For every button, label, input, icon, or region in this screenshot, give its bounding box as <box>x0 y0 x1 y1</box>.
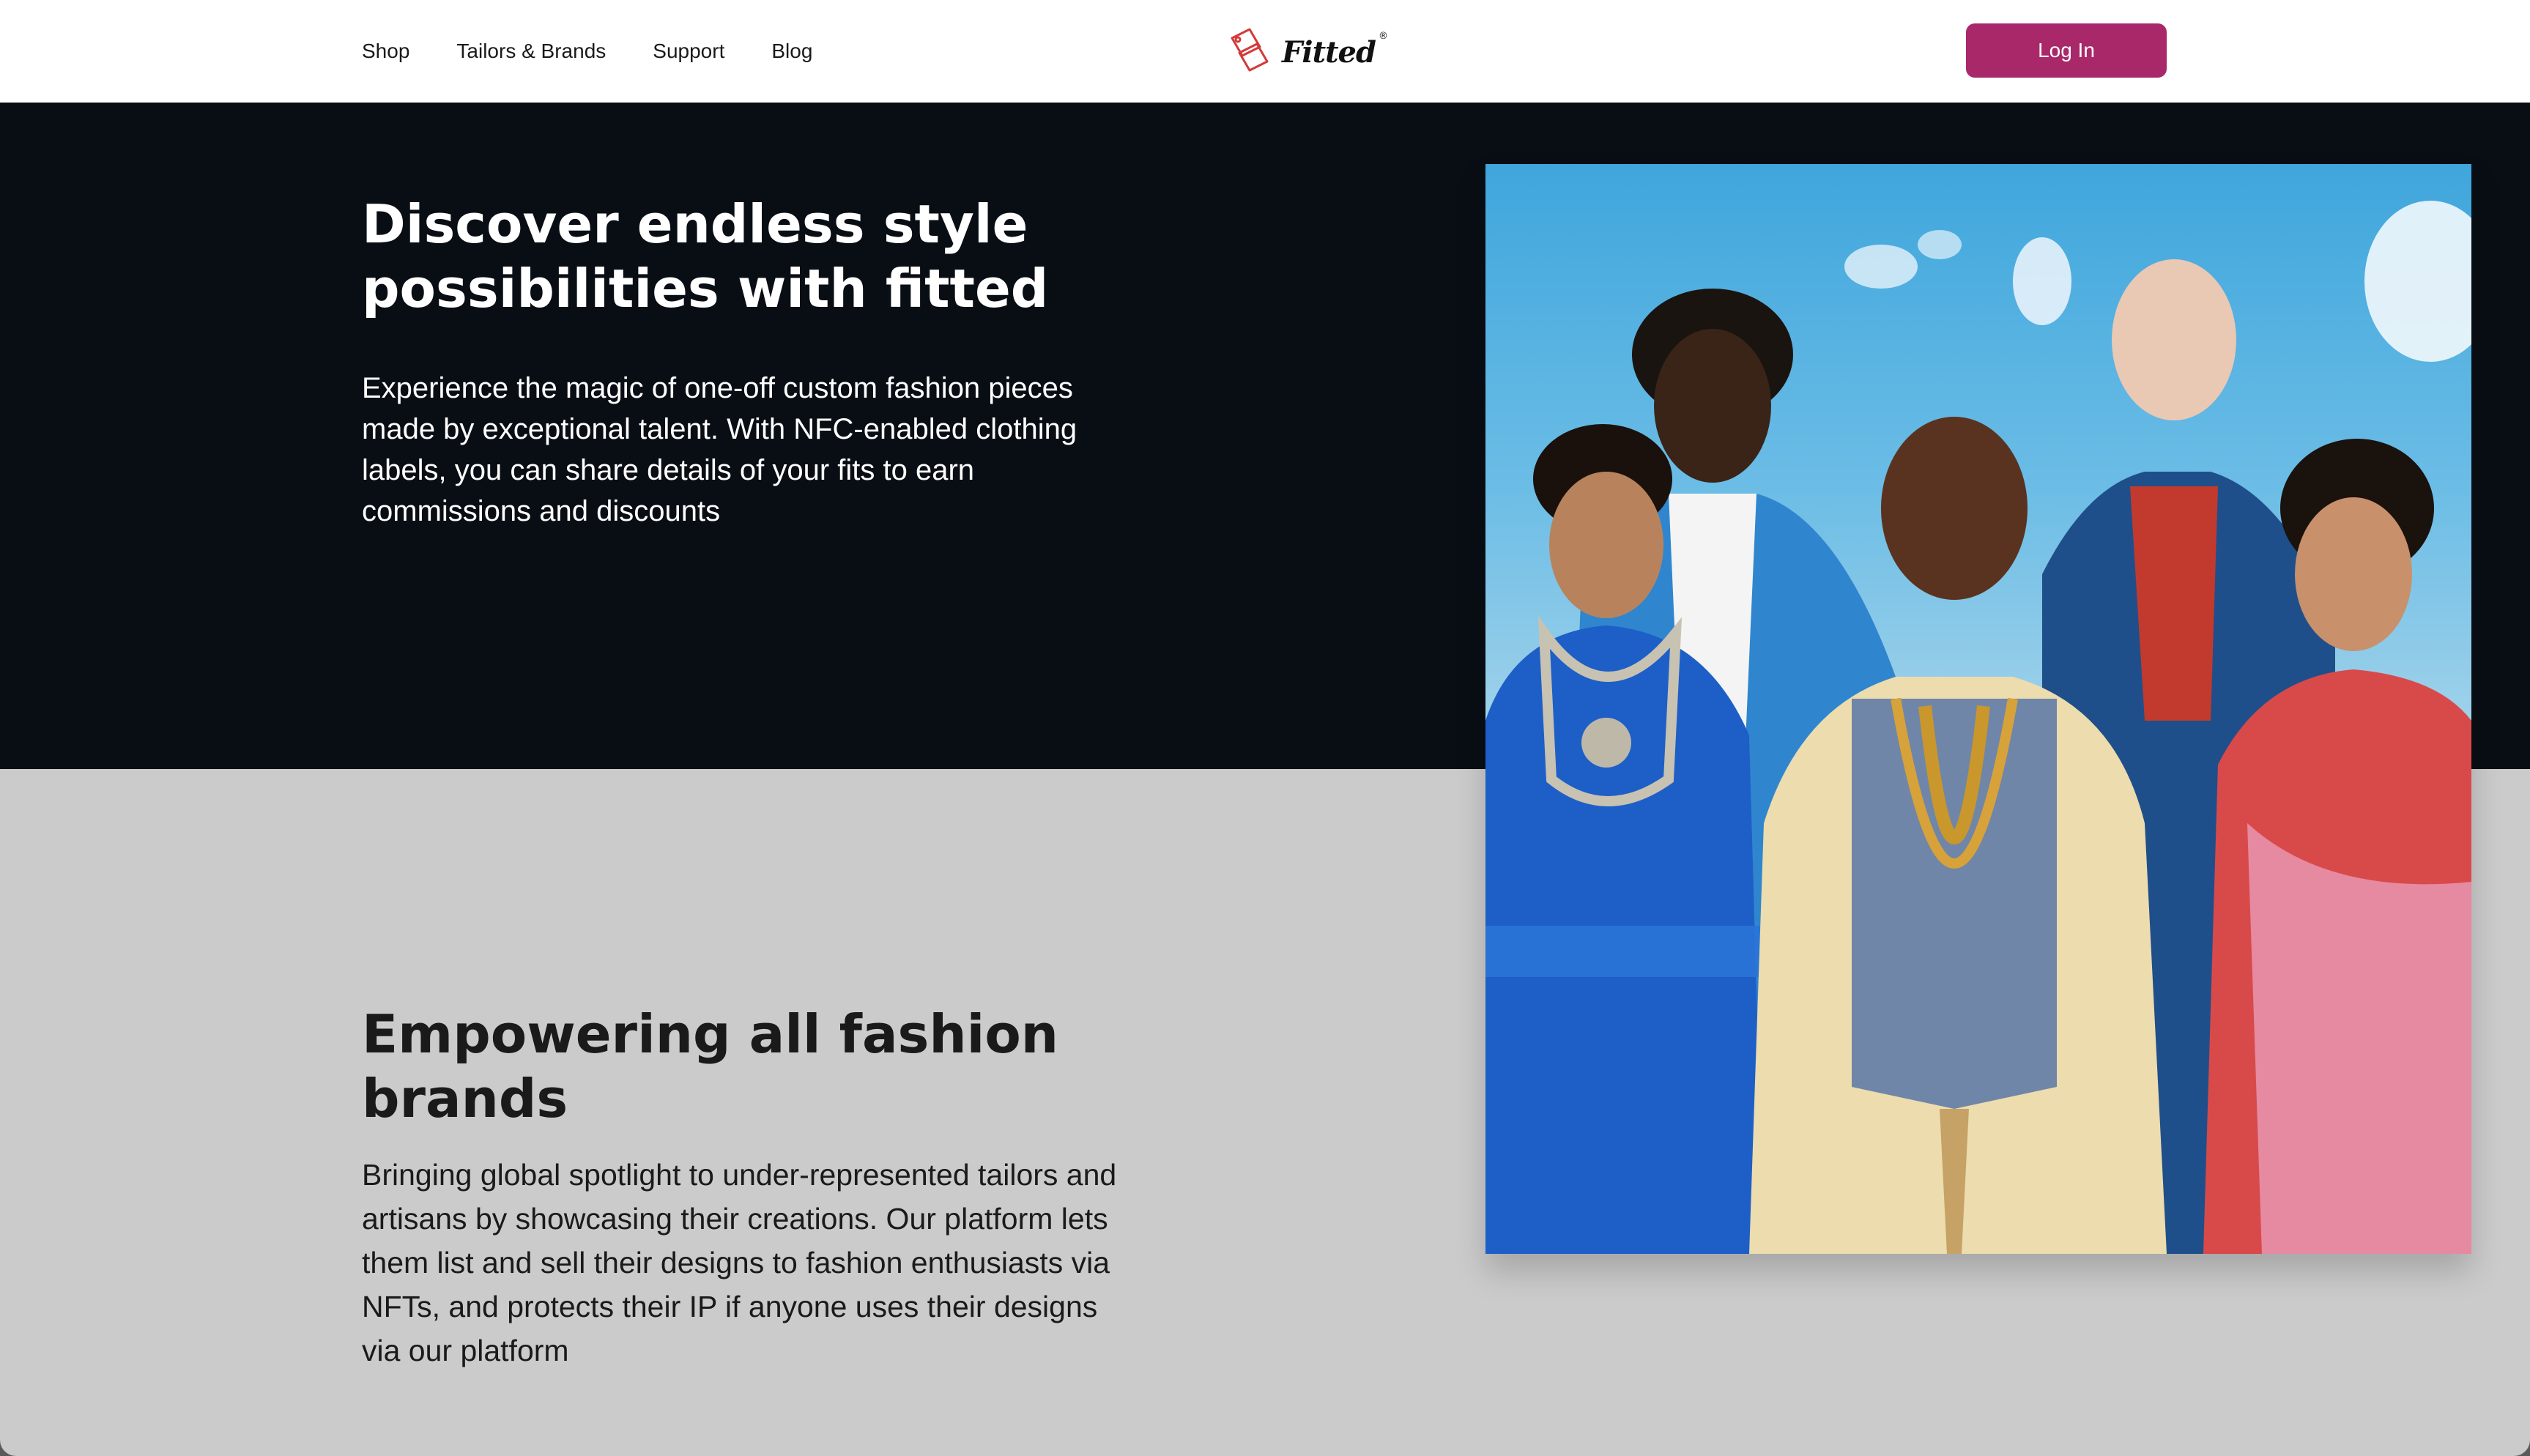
page: Shop Tailors & Brands Support Blog Fitte… <box>0 0 2530 1456</box>
nav-link-tailors-brands[interactable]: Tailors & Brands <box>456 35 606 67</box>
login-button[interactable]: Log In <box>1966 23 2167 78</box>
logo-wordmark: Fitted ® <box>1282 31 1388 70</box>
tag-logo-icon <box>1231 28 1269 72</box>
fashion-models-illustration <box>1485 201 2471 1254</box>
hero-title: Discover endless style possibilities wit… <box>362 193 1049 319</box>
nav-link-blog[interactable]: Blog <box>771 35 812 67</box>
section-title: Empowering all fashion brands <box>362 1003 1059 1129</box>
section-description: Bringing global spotlight to under-repre… <box>362 1158 1117 1367</box>
nav-link-shop[interactable]: Shop <box>362 35 409 67</box>
hero-photo <box>1485 164 2471 1254</box>
fitted-logo[interactable]: Fitted ® <box>1225 25 1388 79</box>
site-header: Shop Tailors & Brands Support Blog Fitte… <box>0 0 2530 103</box>
logo-text: Fitted <box>1282 34 1376 70</box>
hero-description: Experience the magic of one-off custom f… <box>362 372 1077 527</box>
main-nav: Shop Tailors & Brands Support Blog <box>362 35 812 67</box>
nav-link-support[interactable]: Support <box>653 35 724 67</box>
registered-mark: ® <box>1378 30 1388 42</box>
